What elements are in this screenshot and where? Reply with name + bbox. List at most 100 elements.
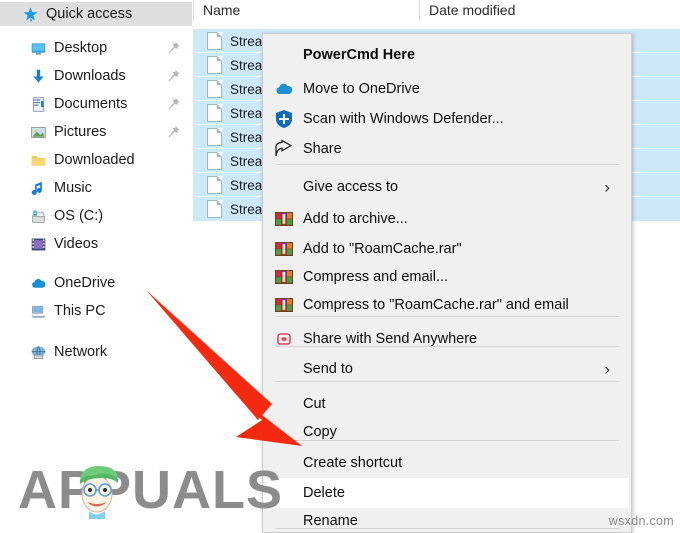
file-icon: [207, 200, 222, 218]
menu-item-share-with-send-anywhere[interactable]: Share with Send Anywhere: [263, 324, 629, 354]
menu-item-label: Delete: [303, 484, 345, 501]
explorer-window: Quick access Desktop Downloads Documents Pic…: [0, 0, 680, 533]
context-menu[interactable]: PowerCmd Here Move to OneDrive Scan with W…: [262, 33, 632, 533]
icon-placeholder: [274, 422, 294, 442]
sidebar-item-this-pc[interactable]: This PC: [0, 299, 192, 323]
file-icon: [207, 152, 222, 170]
send-anywhere-icon: [274, 329, 294, 349]
folder-icon: [30, 152, 47, 169]
sidebar-item-label: Downloaded: [54, 151, 135, 168]
menu-separator: [275, 164, 619, 165]
icon-placeholder: [274, 45, 294, 65]
this-pc-icon: [30, 303, 47, 320]
menu-item-give-access-to[interactable]: Give access to ›: [263, 172, 629, 202]
pin-icon[interactable]: [168, 98, 180, 111]
star-pin-icon: [22, 6, 39, 23]
menu-item-label: Share with Send Anywhere: [303, 330, 478, 347]
menu-item-label: Create shortcut: [303, 454, 403, 471]
sidebar-item-label: Downloads: [54, 67, 126, 84]
column-header-name[interactable]: Name: [203, 2, 240, 18]
sidebar-item-network[interactable]: Network: [0, 340, 192, 364]
sidebar-item-videos[interactable]: Videos: [0, 232, 192, 256]
pin-icon[interactable]: [168, 126, 180, 139]
sidebar-item-label: OS (C:): [54, 207, 104, 224]
sidebar-item-downloaded[interactable]: Downloaded: [0, 148, 192, 172]
sidebar-item-label: Music: [54, 179, 92, 196]
onedrive-cloud-icon: [30, 275, 47, 292]
share-icon: [274, 139, 294, 159]
menu-item-compress-and-email[interactable]: Compress and email...: [263, 262, 629, 292]
pin-icon[interactable]: [168, 70, 180, 83]
column-header-bar: Name Date modified: [193, 0, 680, 23]
download-icon: [30, 68, 47, 85]
sidebar-item-pictures[interactable]: Pictures: [0, 120, 192, 144]
navigation-sidebar: Quick access Desktop Downloads Documents Pic…: [0, 0, 192, 531]
desktop-icon: [30, 40, 47, 57]
column-divider: [193, 0, 194, 21]
winrar-icon: [274, 267, 294, 287]
menu-item-label: Move to OneDrive: [303, 80, 420, 97]
wsxdn-watermark: wsxdn.com: [608, 514, 674, 528]
sidebar-item-label: OneDrive: [54, 274, 116, 291]
sidebar-item-desktop[interactable]: Desktop: [0, 36, 192, 60]
sidebar-item-quick-access[interactable]: Quick access: [0, 2, 192, 26]
menu-item-label: Share: [303, 140, 342, 157]
menu-item-copy[interactable]: Copy: [263, 417, 629, 447]
winrar-icon: [274, 295, 294, 315]
sidebar-item-label: This PC: [54, 302, 106, 319]
menu-item-label: PowerCmd Here: [303, 46, 416, 63]
menu-item-move-to-onedrive[interactable]: Move to OneDrive: [263, 74, 629, 104]
file-icon: [207, 128, 222, 146]
documents-icon: [30, 96, 47, 113]
pin-icon[interactable]: [168, 42, 180, 55]
menu-item-create-shortcut[interactable]: Create shortcut: [263, 448, 629, 478]
menu-item-send-to[interactable]: Send to ›: [263, 354, 629, 384]
menu-item-cut[interactable]: Cut: [263, 389, 629, 419]
file-icon: [207, 56, 222, 74]
menu-item-delete[interactable]: Delete: [263, 478, 629, 508]
menu-item-label: Copy: [303, 423, 337, 440]
sidebar-item-label: Quick access: [46, 5, 133, 22]
column-divider: [419, 0, 420, 21]
svg-text:APPUALS: APPUALS: [18, 460, 283, 520]
sidebar-item-music[interactable]: Music: [0, 176, 192, 200]
winrar-icon: [274, 209, 294, 229]
menu-item-label: Compress to "RoamCache.rar" and email: [303, 296, 569, 313]
file-icon: [207, 176, 222, 194]
chevron-right-icon: ›: [604, 359, 610, 379]
column-header-date[interactable]: Date modified: [429, 2, 515, 18]
winrar-icon: [274, 239, 294, 259]
sidebar-item-onedrive[interactable]: OneDrive: [0, 271, 192, 295]
menu-item-scan-with-windows-defender[interactable]: Scan with Windows Defender...: [263, 104, 629, 134]
menu-item-label: Cut: [303, 395, 326, 412]
sidebar-item-label: Pictures: [54, 123, 107, 140]
menu-item-label: Give access to: [303, 178, 399, 195]
file-icon: [207, 104, 222, 122]
icon-placeholder: [274, 359, 294, 379]
sidebar-item-downloads[interactable]: Downloads: [0, 64, 192, 88]
appuals-watermark-logo: APPUALS: [18, 458, 286, 520]
onedrive-cloud-icon: [274, 79, 294, 99]
sidebar-item-os-c[interactable]: OS (C:): [0, 204, 192, 228]
music-note-icon: [30, 180, 47, 197]
menu-item-add-to-roamcache-rar[interactable]: Add to "RoamCache.rar": [263, 234, 629, 264]
sidebar-item-documents[interactable]: Documents: [0, 92, 192, 116]
menu-item-powercmd-here[interactable]: PowerCmd Here: [263, 40, 629, 70]
file-icon: [207, 32, 222, 50]
icon-placeholder: [274, 394, 294, 414]
menu-item-share[interactable]: Share: [263, 134, 629, 164]
menu-item-label: Scan with Windows Defender...: [303, 110, 504, 127]
menu-item-label: Send to: [303, 360, 353, 377]
sidebar-item-label: Desktop: [54, 39, 108, 56]
menu-item-label: Add to "RoamCache.rar": [303, 240, 462, 257]
menu-item-label: Rename: [303, 512, 358, 529]
icon-placeholder: [274, 177, 294, 197]
sidebar-item-label: Network: [54, 343, 108, 360]
menu-item-compress-to-roamcache-rar-and-email[interactable]: Compress to "RoamCache.rar" and email: [263, 290, 629, 320]
menu-item-add-to-archive[interactable]: Add to archive...: [263, 204, 629, 234]
videos-icon: [30, 236, 47, 253]
shield-icon: [274, 109, 294, 129]
sidebar-item-label: Videos: [54, 235, 99, 252]
file-icon: [207, 80, 222, 98]
menu-item-rename[interactable]: Rename: [263, 506, 629, 532]
